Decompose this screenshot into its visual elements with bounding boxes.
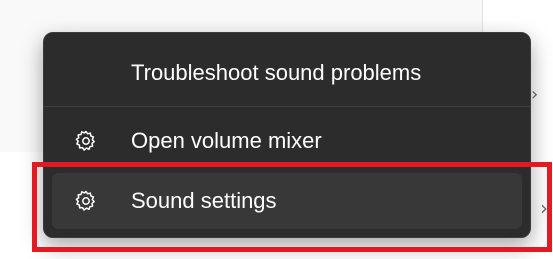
chevron-right-icon[interactable]: ›: [531, 86, 538, 104]
menu-item-label: Open volume mixer: [131, 128, 322, 153]
gear-icon: [74, 129, 98, 153]
open-volume-mixer-item[interactable]: Open volume mixer: [52, 113, 522, 169]
highlight-annotation-box: [32, 162, 552, 252]
menu-item-label: Troubleshoot sound problems: [131, 60, 422, 85]
troubleshoot-sound-problems-item[interactable]: Troubleshoot sound problems: [52, 45, 522, 101]
screenshot-stage: › › Troubleshoot sound problems Open vol…: [0, 0, 553, 259]
menu-separator: [44, 106, 530, 107]
